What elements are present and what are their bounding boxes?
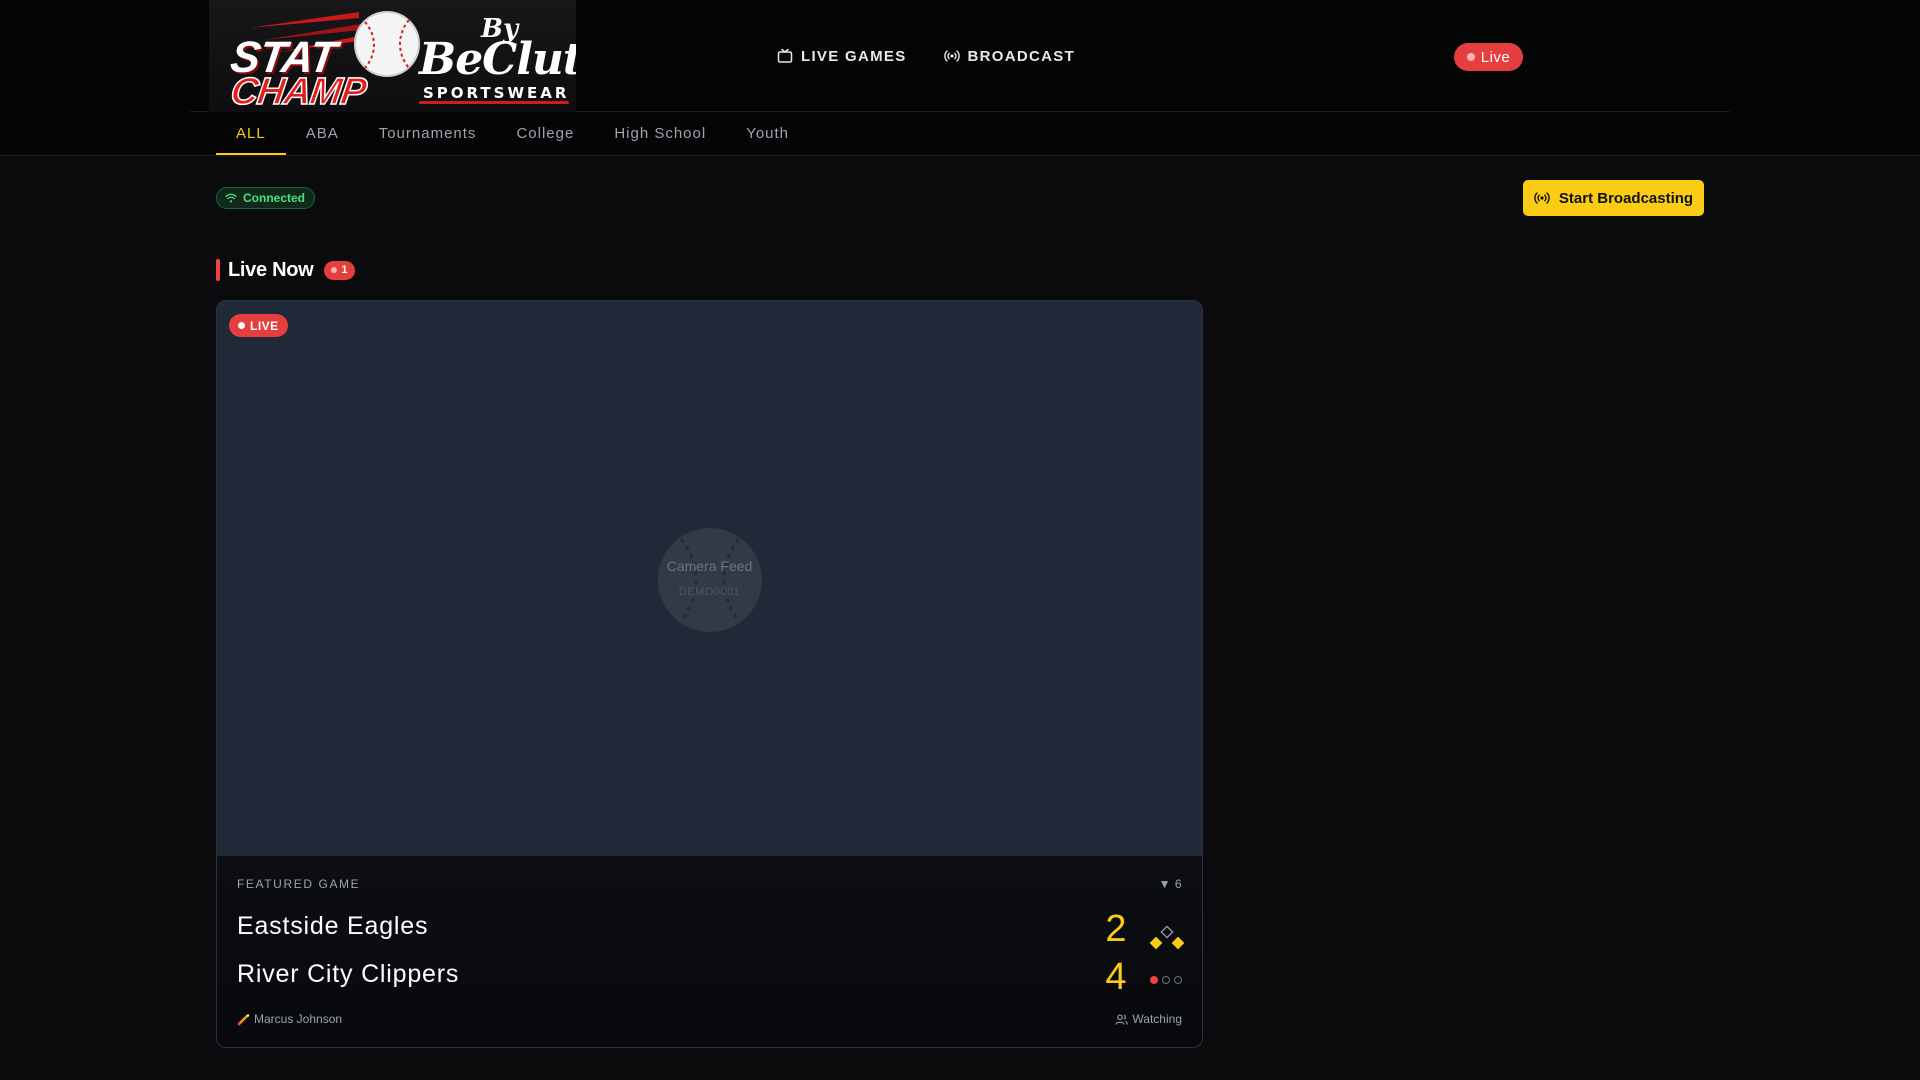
- nav-broadcast-link[interactable]: BROADCAST: [943, 47, 1076, 65]
- out-dot-icon: [1174, 976, 1182, 984]
- pitcher-info: Marcus Johnson: [237, 1012, 342, 1026]
- start-broadcasting-button[interactable]: Start Broadcasting: [1523, 180, 1704, 216]
- tab-tournaments[interactable]: Tournaments: [359, 112, 497, 155]
- out-dot-icon: [1150, 976, 1158, 984]
- tab-youth[interactable]: Youth: [726, 112, 809, 155]
- broadcast-icon: [943, 50, 960, 62]
- camera-feed[interactable]: LIVE Camera Feed DEMO0001: [217, 301, 1202, 856]
- tab-label: Tournaments: [378, 125, 477, 142]
- tab-label: College: [516, 125, 575, 142]
- top-navigation-bar: STAT CHAMP By BeClutch SPORTSWEAR LIVE G…: [0, 0, 1920, 156]
- connection-status-badge: Connected: [216, 187, 316, 209]
- inning-indicator: ▼ 6: [1158, 877, 1182, 891]
- tab-college[interactable]: College: [496, 112, 594, 155]
- live-status-label: Live: [1480, 48, 1511, 66]
- out-dot-icon: [1162, 976, 1170, 984]
- tab-all[interactable]: ALL: [216, 112, 286, 155]
- featured-game-label: FEATURED GAME: [237, 877, 361, 891]
- logo-sportswear-text: SPORTSWEAR: [423, 84, 570, 102]
- section-accent-bar: [216, 259, 220, 281]
- tab-aba[interactable]: ABA: [286, 112, 359, 155]
- main-nav: LIVE GAMES BROADCAST: [777, 44, 1075, 68]
- nav-live-games-link[interactable]: LIVE GAMES: [777, 48, 907, 65]
- tab-high-school[interactable]: High School: [594, 112, 726, 155]
- live-badge: LIVE: [229, 314, 288, 337]
- viewer-info: Watching: [1115, 1012, 1182, 1026]
- wifi-icon: [225, 193, 237, 203]
- live-count: 1: [341, 264, 348, 276]
- live-now-heading: Live Now 1: [216, 259, 355, 281]
- broadcast-icon: [1534, 192, 1550, 204]
- live-badge-label: LIVE: [250, 318, 279, 333]
- live-status-pill[interactable]: Live: [1454, 43, 1523, 71]
- start-broadcasting-label: Start Broadcasting: [1558, 189, 1694, 207]
- baseball-icon: [658, 528, 762, 632]
- away-team-score: 4: [1105, 956, 1127, 998]
- tab-label: ALL: [236, 125, 266, 142]
- second-base-icon: [1160, 926, 1174, 939]
- pitcher-name: Marcus Johnson: [254, 1012, 343, 1026]
- connection-status-label: Connected: [243, 191, 306, 205]
- live-dot-icon: [238, 322, 245, 329]
- section-title: Live Now: [228, 258, 314, 281]
- baseball-bat-icon: [237, 1013, 250, 1025]
- scoreboard-panel: FEATURED GAME ▼ 6 Eastside Eagles River …: [217, 856, 1202, 1047]
- users-icon: [1115, 1013, 1129, 1025]
- home-team-name: Eastside Eagles: [237, 912, 429, 940]
- home-team-score: 2: [1105, 908, 1127, 950]
- tab-label: High School: [614, 125, 707, 142]
- tab-label: Youth: [746, 125, 790, 142]
- first-base-icon: [1171, 936, 1185, 950]
- third-base-icon: [1149, 936, 1163, 950]
- nav-live-games-label: LIVE GAMES: [801, 47, 907, 65]
- category-tabs: ALL ABA Tournaments College High School …: [216, 112, 809, 155]
- live-dot-icon: [1466, 53, 1475, 61]
- logo-underline: [419, 101, 569, 104]
- outs-indicator: [1150, 976, 1182, 984]
- live-count-badge: 1: [324, 260, 355, 280]
- logo-beclutch-text: BeClutch: [419, 34, 576, 85]
- tab-label: ABA: [305, 125, 339, 142]
- logo-champ-text: CHAMP: [227, 70, 369, 112]
- featured-game-card[interactable]: LIVE Camera Feed DEMO0001 FEATURED GAME …: [216, 300, 1203, 1048]
- away-team-name: River City Clippers: [237, 960, 460, 988]
- base-runners-diamond: [1149, 926, 1185, 950]
- tv-icon: [777, 48, 793, 63]
- statchamp-logo[interactable]: STAT CHAMP By BeClutch SPORTSWEAR: [209, 0, 576, 112]
- live-dot-icon: [331, 267, 338, 273]
- camera-feed-label: Camera Feed: [666, 558, 753, 574]
- camera-feed-id: DEMO0001: [678, 586, 741, 598]
- nav-broadcast-label: BROADCAST: [967, 47, 1076, 65]
- watching-label: Watching: [1132, 1012, 1182, 1026]
